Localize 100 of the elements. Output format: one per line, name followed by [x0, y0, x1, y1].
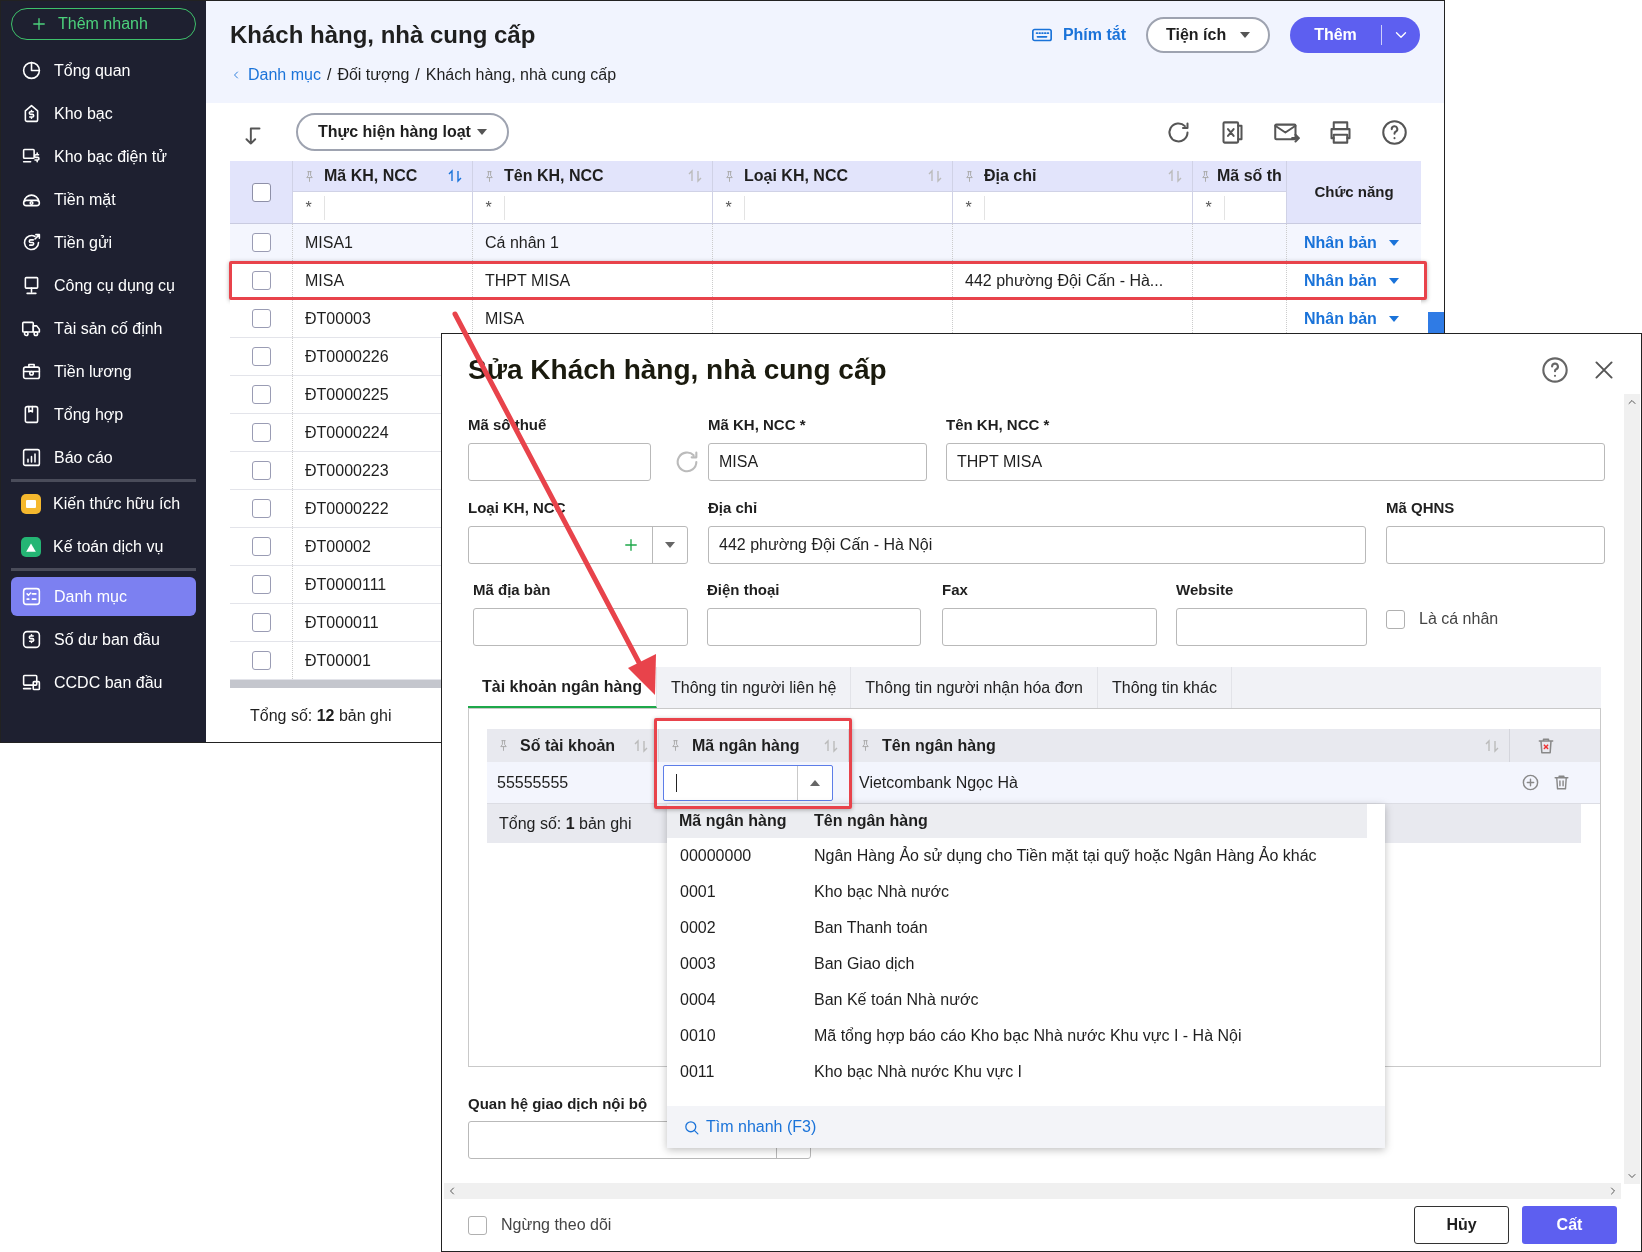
row-checkbox[interactable] — [251, 423, 271, 442]
sidebar-item[interactable]: Tổng quan — [11, 51, 196, 90]
caret-icon — [1388, 277, 1399, 284]
input-field[interactable] — [468, 443, 651, 481]
add-button[interactable]: Thêm — [1290, 17, 1420, 53]
caret-icon[interactable] — [665, 542, 675, 548]
field-label: Mã QHNS — [1386, 499, 1455, 516]
duplicate-menu-button[interactable]: Nhân bản — [1304, 230, 1399, 255]
duplicate-menu-button[interactable]: Nhân bản — [1304, 306, 1399, 331]
dropdown-item[interactable]: 0011 Kho bạc Nhà nước Khu vực I — [667, 1054, 1385, 1090]
plus-icon — [30, 15, 48, 33]
utilities-button[interactable]: Tiện ích — [1146, 17, 1270, 53]
dropdown-item[interactable]: 0002 Ban Thanh toán — [667, 910, 1385, 946]
row-checkbox[interactable] — [251, 233, 271, 252]
input-field[interactable]: 442 phường Đội Cấn - Hà Nội — [708, 526, 1366, 564]
sidebar-item[interactable]: Kho bạc — [11, 94, 196, 133]
tab[interactable]: Thông tin người nhận hóa đơn — [851, 667, 1098, 708]
pin-icon — [859, 739, 872, 752]
input-field[interactable] — [707, 608, 921, 646]
row-checkbox[interactable] — [251, 309, 271, 328]
bulk-action-button[interactable]: Thực hiện hàng loạt — [296, 113, 509, 151]
sidebar-item[interactable]: Tài sản cố định — [11, 309, 196, 348]
sidebar-item[interactable]: Tiền lương — [11, 352, 196, 391]
table-cell-text: ĐT0000222 — [305, 498, 389, 519]
sidebar-item[interactable]: Kiến thức hữu ích — [11, 484, 196, 523]
duplicate-menu-button[interactable]: Nhân bản — [1304, 268, 1399, 293]
sidebar-item[interactable]: Kế toán dịch vụ — [11, 527, 196, 566]
record-count: Tổng số: 1 bản ghi — [499, 813, 632, 834]
breadcrumb-link[interactable]: Danh mục — [230, 63, 321, 87]
save-button[interactable]: Cất — [1522, 1206, 1617, 1244]
row-checkbox[interactable] — [251, 575, 271, 594]
row-checkbox[interactable] — [251, 499, 271, 518]
horizontal-scrollbar[interactable] — [444, 1183, 1621, 1199]
field-label: Quan hệ giao dịch nội bộ — [468, 1094, 649, 1114]
sidebar-item[interactable]: Tiền gửi — [11, 223, 196, 262]
checklist-icon — [21, 586, 42, 607]
dropdown-item[interactable]: 0001 Kho bạc Nhà nước — [667, 874, 1385, 910]
row-checkbox[interactable] — [251, 347, 271, 366]
input-field[interactable] — [942, 608, 1157, 646]
input-field[interactable]: THPT MISA — [946, 443, 1605, 481]
dropdown-item[interactable]: 0004 Ban Kế toán Nhà nước — [667, 982, 1385, 1018]
filter-operator[interactable]: * — [713, 195, 745, 220]
printer-icon — [1327, 118, 1354, 146]
input-field[interactable]: MISA — [708, 443, 927, 481]
dropdown-item[interactable]: 00000000 Ngân Hàng Ảo sử dụng cho Tiền mặt tại quỹ hoặc Ngân Hàng Ảo khác — [667, 838, 1385, 874]
sort-icon[interactable] — [634, 738, 648, 753]
caret-icon — [1240, 32, 1250, 38]
filter-operator[interactable]: * — [293, 195, 325, 220]
sort-icon[interactable] — [1168, 169, 1182, 183]
breadcrumb-item: Khách hàng, nhà cung cấp — [425, 65, 617, 85]
filter-operator[interactable]: * — [473, 195, 505, 220]
stop-tracking-checkbox[interactable]: Ngừng theo dõi — [468, 1213, 612, 1237]
sidebar-item[interactable]: Tiền mặt — [11, 180, 196, 219]
row-checkbox[interactable] — [251, 461, 271, 480]
combo-field[interactable] — [468, 526, 688, 564]
table-cell-text: 442 phường Đội Cấn - Hà... — [965, 270, 1164, 291]
vertical-scrollbar[interactable] — [1624, 394, 1640, 1184]
sort-icon[interactable] — [928, 169, 942, 183]
sidebar-item[interactable]: Tổng hợp — [11, 395, 196, 434]
page-title: Khách hàng, nhà cung cấp — [230, 20, 536, 50]
input-field[interactable] — [1386, 526, 1605, 564]
quick-search-link[interactable]: Tìm nhanh (F3) — [683, 1115, 817, 1139]
sidebar-item[interactable]: Công cụ dụng cụ — [11, 266, 196, 305]
sidebar-item[interactable]: Số dư ban đầu — [11, 620, 196, 659]
bank-code-combo[interactable] — [663, 764, 833, 801]
table-cell-text: ĐT0000224 — [305, 422, 389, 443]
sort-icon[interactable] — [688, 169, 702, 183]
tab[interactable]: Tài khoản ngân hàng — [468, 667, 657, 708]
dropdown-item[interactable]: 0003 Ban Giao dịch — [667, 946, 1385, 982]
sort-icon[interactable] — [448, 169, 462, 183]
cancel-button[interactable]: Hủy — [1414, 1206, 1509, 1244]
help-button[interactable] — [1541, 356, 1569, 384]
sort-icon[interactable] — [1485, 738, 1499, 753]
field-label: Website — [1176, 581, 1234, 598]
select-all-checkbox[interactable] — [251, 182, 271, 202]
row-checkbox[interactable] — [251, 537, 271, 556]
column-header: Tên ngân hàng — [814, 811, 928, 831]
tab[interactable]: Thông tin khác — [1097, 667, 1232, 708]
input-field[interactable] — [473, 608, 688, 646]
sort-icon[interactable] — [824, 738, 838, 753]
row-checkbox[interactable] — [251, 385, 271, 404]
individual-checkbox[interactable]: Là cá nhân — [1386, 600, 1499, 638]
field-label: Tên KH, NCC * — [946, 416, 1050, 433]
table-cell-text: ĐT00003 — [305, 308, 371, 329]
input-field[interactable] — [1176, 608, 1367, 646]
row-checkbox[interactable] — [251, 651, 271, 670]
tab[interactable]: Thông tin người liên hệ — [657, 667, 852, 708]
text-cursor — [676, 773, 677, 792]
sidebar-item[interactable]: Kho bạc điện tử — [11, 137, 196, 176]
caret-up-icon[interactable] — [810, 779, 820, 786]
row-checkbox[interactable] — [251, 613, 271, 632]
sidebar-item[interactable]: Báo cáo — [11, 438, 196, 477]
table-cell-text: Cá nhân 1 — [485, 232, 559, 253]
dropdown-item[interactable]: 0010 Mã tổng hợp báo cáo Kho bạc Nhà nước Khu vực I - Hà Nội — [667, 1018, 1385, 1054]
shortcuts-link[interactable]: Phím tắt — [1028, 23, 1126, 47]
sidebar-item[interactable]: CCDC ban đầu — [11, 663, 196, 702]
filter-operator[interactable]: * — [953, 195, 985, 220]
scrollbar-thumb[interactable] — [1428, 312, 1444, 336]
row-checkbox[interactable] — [251, 271, 271, 290]
caret-icon — [477, 129, 487, 135]
